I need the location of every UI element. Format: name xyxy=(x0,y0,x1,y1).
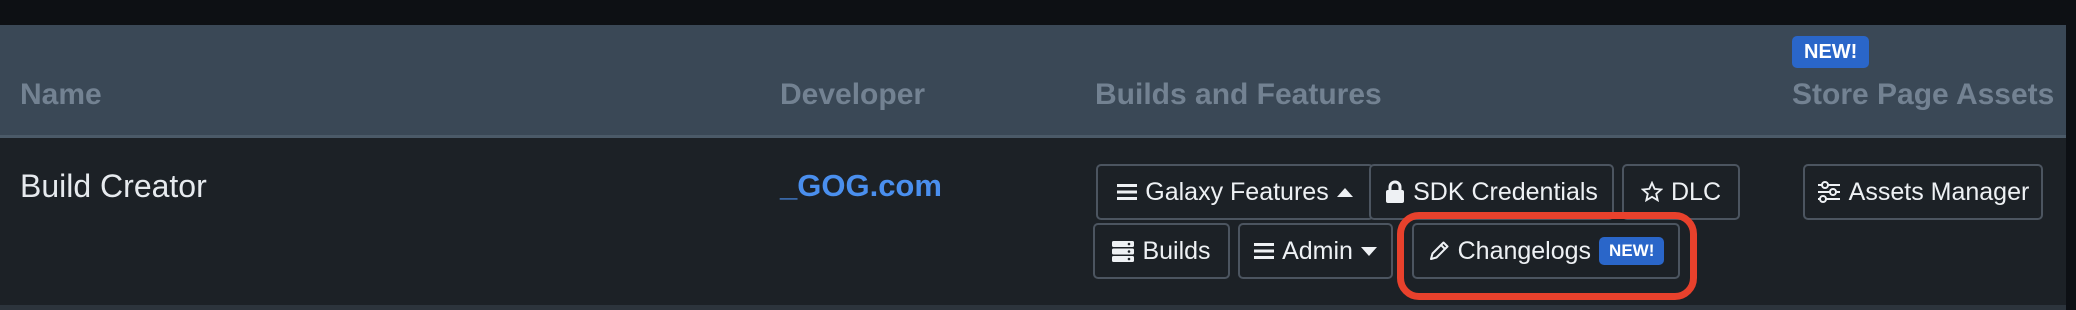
pencil-icon xyxy=(1428,240,1450,262)
galaxy-features-button[interactable]: Galaxy Features xyxy=(1096,164,1374,220)
column-header-store-page-assets: Store Page Assets xyxy=(1792,78,2055,111)
caret-down-icon xyxy=(1360,246,1377,256)
sdk-credentials-label: SDK Credentials xyxy=(1413,177,1598,206)
galaxy-features-label: Galaxy Features xyxy=(1145,177,1329,206)
sdk-credentials-button[interactable]: SDK Credentials xyxy=(1369,164,1614,220)
row-divider xyxy=(0,305,2066,310)
list-icon xyxy=(1254,241,1275,261)
assets-manager-label: Assets Manager xyxy=(1848,177,2030,206)
admin-label: Admin xyxy=(1282,236,1353,265)
top-bar xyxy=(0,0,2076,25)
lock-icon xyxy=(1385,180,1405,204)
column-header-builds-and-features: Builds and Features xyxy=(1095,78,1382,111)
dlc-label: DLC xyxy=(1670,177,1721,206)
assets-manager-button[interactable]: Assets Manager xyxy=(1803,164,2043,220)
new-badge: NEW! xyxy=(1599,237,1665,265)
caret-up-icon xyxy=(1336,187,1353,197)
changelogs-label: Changelogs xyxy=(1457,236,1592,265)
builds-button[interactable]: Builds xyxy=(1093,223,1230,279)
scroll-edge xyxy=(2066,0,2076,310)
sliders-icon xyxy=(1817,181,1841,203)
changelogs-button[interactable]: Changelogs NEW! xyxy=(1412,223,1680,279)
developer-link[interactable]: _GOG.com xyxy=(780,166,942,206)
list-icon xyxy=(1117,182,1138,202)
server-icon xyxy=(1112,240,1135,262)
builds-label: Builds xyxy=(1142,236,1211,265)
new-badge: NEW! xyxy=(1792,36,1870,68)
column-header-developer[interactable]: Developer xyxy=(780,76,925,114)
table-header-row xyxy=(0,25,2066,138)
table-row xyxy=(0,138,2066,305)
column-header-name[interactable]: Name xyxy=(20,76,102,114)
admin-button[interactable]: Admin xyxy=(1238,223,1393,279)
game-name: Build Creator xyxy=(20,168,207,204)
dlc-button[interactable]: DLC xyxy=(1622,164,1740,220)
star-outline-icon xyxy=(1640,181,1663,203)
